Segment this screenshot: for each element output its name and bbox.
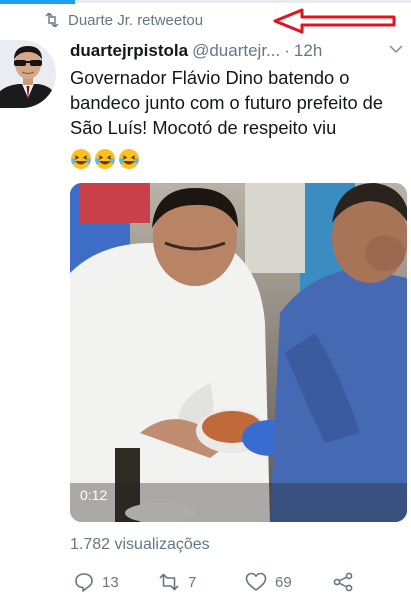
laughing-face-icon <box>119 149 139 169</box>
video-thumbnail <box>70 183 407 522</box>
author-handle[interactable]: @duartejr... <box>192 41 280 61</box>
retweet-icon <box>45 13 59 27</box>
author-name[interactable]: duartejrpistola <box>70 41 188 61</box>
tweet-header: duartejrpistola @duartejr... · 12h <box>70 39 405 63</box>
avatar[interactable] <box>0 40 56 108</box>
like-button[interactable]: 69 <box>245 568 292 596</box>
retweet-context[interactable]: Duarte Jr. retweetou <box>44 9 203 31</box>
retweet-icon <box>159 573 179 591</box>
retweet-button[interactable]: 7 <box>158 568 196 596</box>
video-player[interactable] <box>70 183 407 522</box>
loading-progress-bar <box>0 0 411 5</box>
emoji-row <box>70 148 142 170</box>
video-duration: 0:12 <box>80 487 108 503</box>
avatar-image <box>0 40 56 108</box>
progress-fill <box>0 0 75 4</box>
retweet-context-label: Duarte Jr. retweetou <box>68 11 204 29</box>
reply-button[interactable]: 13 <box>74 568 119 596</box>
reply-icon <box>75 573 93 592</box>
reply-count: 13 <box>102 573 119 591</box>
separator-dot: · <box>284 41 290 60</box>
laughing-face-icon <box>71 149 91 169</box>
laughing-face-icon <box>95 149 115 169</box>
chevron-down-icon[interactable] <box>389 44 403 54</box>
retweet-count: 7 <box>188 573 197 591</box>
heart-icon <box>245 572 267 591</box>
action-bar: 13 7 69 <box>70 568 400 596</box>
view-count: 1.782 visualizações <box>70 536 210 553</box>
tweet-text: Governador Flávio Dino batendo o bandeco… <box>70 67 384 138</box>
tweet-timestamp[interactable]: 12h <box>294 41 322 61</box>
share-icon <box>333 572 353 592</box>
annotation-arrow <box>273 8 396 34</box>
like-count: 69 <box>275 573 292 591</box>
share-button[interactable] <box>332 568 354 596</box>
progress-track <box>75 0 411 3</box>
